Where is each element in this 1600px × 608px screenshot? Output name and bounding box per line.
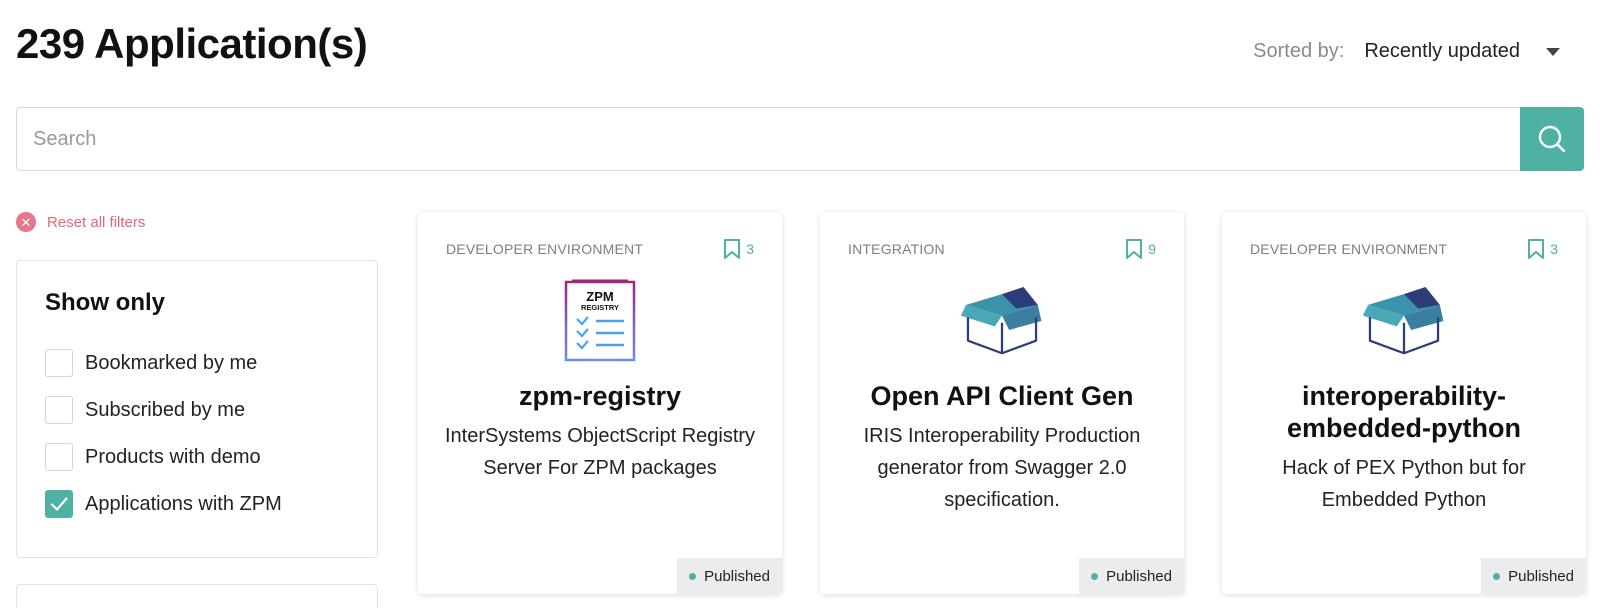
app-card[interactable]: DEVELOPER ENVIRONMENT 3 ZPM REGISTRY zpm… [418,212,782,594]
search-icon [1538,125,1566,153]
card-title[interactable]: interoperability-embedded-python [1242,380,1566,444]
filter-label: Products with demo [85,445,261,468]
bookmark-count: 3 [746,241,754,257]
filter-bookmarked[interactable]: Bookmarked by me [45,349,349,377]
package-box-logo [959,278,1045,364]
search-input[interactable] [16,107,1520,171]
card-category: INTEGRATION [848,241,945,257]
checkbox-checked[interactable] [45,490,73,518]
reset-filters-label: Reset all filters [47,213,146,231]
bookmark-count: 3 [1550,241,1558,257]
reset-filters-link[interactable]: ✕ Reset all filters [16,212,145,232]
status-badge: Published [677,558,782,594]
status-dot-icon [1091,572,1099,580]
status-label: Published [1106,567,1172,585]
check-icon [50,497,68,511]
filters-panel-secondary [16,584,378,608]
card-category: DEVELOPER ENVIRONMENT [1250,241,1448,257]
close-circle-icon: ✕ [16,212,36,232]
filter-applications-with-zpm[interactable]: Applications with ZPM [45,490,349,518]
filter-label: Applications with ZPM [85,492,282,515]
card-title[interactable]: Open API Client Gen [840,380,1164,412]
sort-control[interactable]: Sorted by: Recently updated [1253,40,1560,63]
svg-text:ZPM: ZPM [586,289,613,304]
bookmark-button[interactable]: 3 [1527,238,1558,260]
filter-subscribed[interactable]: Subscribed by me [45,396,349,424]
search-bar [16,107,1584,171]
bookmark-icon [1528,239,1545,259]
status-dot-icon [1493,572,1501,580]
filter-label: Subscribed by me [85,398,246,421]
status-dot-icon [689,572,697,580]
search-button[interactable] [1520,107,1584,171]
status-badge: Published [1079,558,1184,594]
package-box-logo [1361,278,1447,364]
card-description: Hack of PEX Python but for Embedded Pyth… [1282,457,1526,511]
checkbox[interactable] [45,349,73,377]
sort-label: Sorted by: [1253,40,1345,62]
checkbox[interactable] [45,396,73,424]
filters-panel: Show only Bookmarked by me Subscribed by… [16,260,378,558]
zpm-registry-logo: ZPM REGISTRY [557,278,643,364]
bookmark-icon [1126,239,1143,259]
svg-text:REGISTRY: REGISTRY [581,303,619,312]
filters-heading: Show only [45,289,165,316]
app-card[interactable]: DEVELOPER ENVIRONMENT 3 interoperability… [1222,212,1586,594]
card-title[interactable]: zpm-registry [438,380,762,412]
page-title: 239 Application(s) [16,20,368,67]
status-label: Published [1508,567,1574,585]
bookmark-button[interactable]: 9 [1125,238,1156,260]
status-label: Published [704,567,770,585]
card-category: DEVELOPER ENVIRONMENT [446,241,644,257]
checkbox[interactable] [45,443,73,471]
status-badge: Published [1481,558,1586,594]
chevron-down-icon[interactable] [1546,47,1560,56]
card-description: InterSystems ObjectScript Registry Serve… [444,425,756,479]
filter-products-with-demo[interactable]: Products with demo [45,443,349,471]
card-description: IRIS Interoperability Production generat… [863,425,1141,511]
sort-value[interactable]: Recently updated [1364,40,1520,63]
bookmark-icon [724,239,741,259]
bookmark-count: 9 [1148,241,1156,257]
app-card[interactable]: INTEGRATION 9 Open API Client Gen IRIS I… [820,212,1184,594]
bookmark-button[interactable]: 3 [723,238,754,260]
filter-label: Bookmarked by me [85,351,258,374]
